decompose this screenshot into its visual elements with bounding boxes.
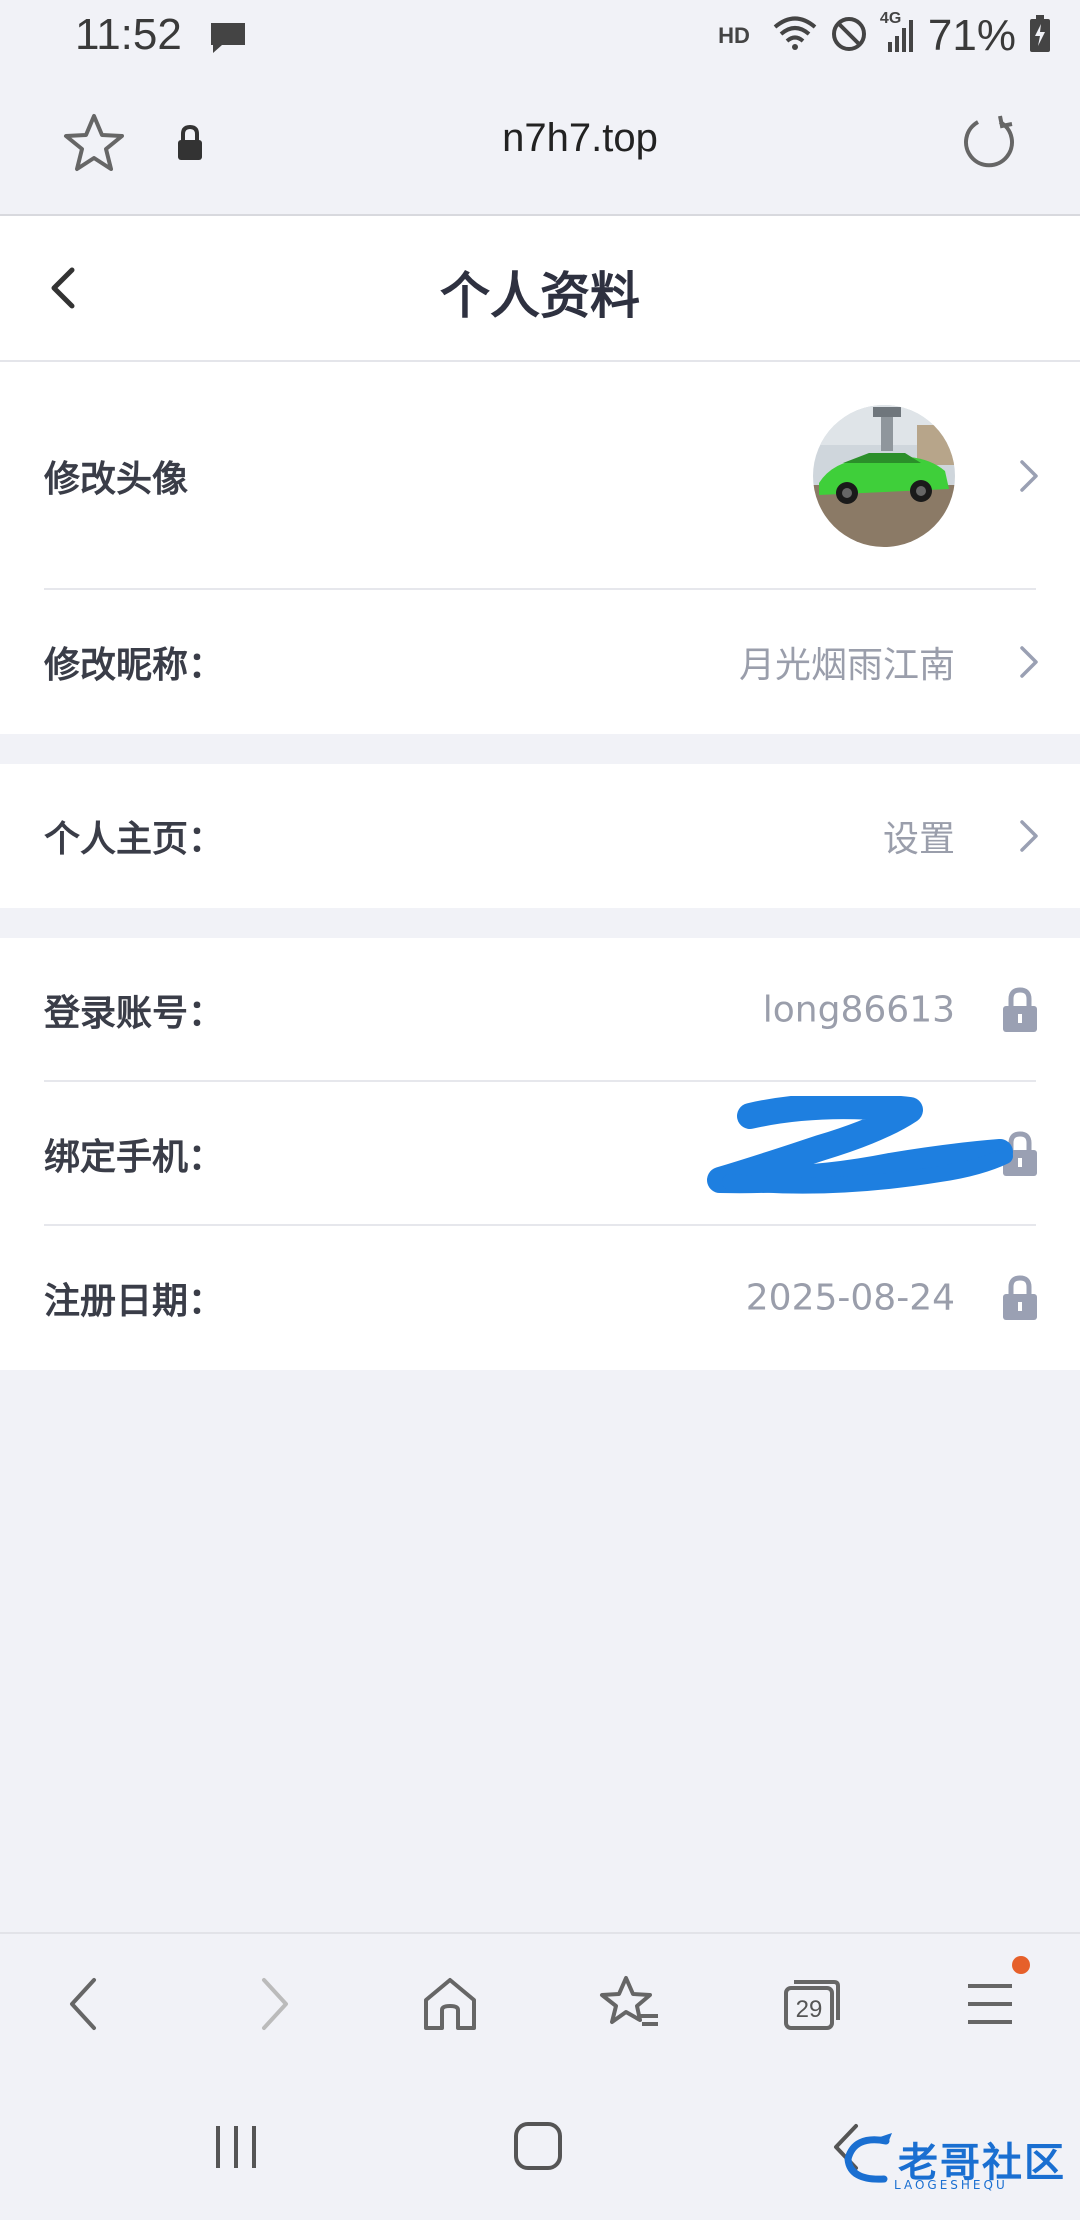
watermark-logo: 老哥社区 LAOGESHEQU [840,2130,1066,2192]
home-square-icon [514,2122,562,2170]
page-title: 个人资料 [440,267,640,325]
homepage-row[interactable]: 个人主页： 设置 [0,764,1080,908]
status-bar: 11:52 HD 4G 71% [0,0,1080,72]
signal-icon: 4G [880,10,916,58]
account-row: 登录账号： long86613 [0,938,1080,1082]
network-label: 4G [879,10,902,27]
system-nav-bar: 老哥社区 LAOGESHEQU [0,2072,1080,2220]
notification-dot [1012,1956,1030,1974]
avatar[interactable] [813,405,955,547]
chevron-right-icon [262,1978,288,2030]
dragon-logo-icon [844,2133,892,2183]
home-button[interactable] [420,1974,480,2034]
account-value: long86613 [762,989,955,1031]
change-avatar-row[interactable]: 修改头像 [0,362,1080,590]
register-label: 注册日期： [44,1281,225,1322]
lock-icon [1003,1275,1037,1320]
homepage-label: 个人主页： [44,819,225,860]
recent-apps-icon [216,2126,256,2168]
chevron-right-icon [1020,820,1038,852]
do-not-disturb-icon [830,15,868,57]
browser-bottom-nav: 29 [0,1932,1080,2074]
homepage-value: 设置 [882,819,955,860]
home-icon [424,1978,476,2030]
message-icon [208,20,248,60]
page-header: 个人资料 [0,216,1080,362]
profile-group-basic: 修改头像 修改昵称： 月光烟雨江南 [0,362,1080,734]
redaction-scribble [707,1096,1013,1194]
url-domain[interactable]: n7h7.top [0,116,1080,161]
nickname-label: 修改昵称： [44,645,225,686]
reload-icon[interactable] [960,112,1020,176]
menu-button[interactable] [960,1956,1030,2034]
browser-forward-button[interactable] [242,1974,302,2034]
status-icons: HD 4G 71% [718,10,1052,62]
browser-url-bar: n7h7.top [0,72,1080,216]
chevron-left-icon [70,1978,96,2030]
account-label: 登录账号： [44,993,225,1034]
change-nickname-row[interactable]: 修改昵称： 月光烟雨江南 [0,590,1080,734]
battery-percent: 71% [927,11,1016,60]
system-home-button[interactable] [512,2120,564,2176]
chevron-right-icon [1020,460,1038,492]
nickname-value: 月光烟雨江南 [738,645,955,686]
browser-back-button[interactable] [56,1974,116,2034]
profile-group-homepage: 个人主页： 设置 [0,764,1080,908]
tabs-button[interactable]: 29 [780,1974,840,2034]
battery-charging-icon [1028,14,1052,58]
phone-label: 绑定手机： [44,1137,225,1178]
tab-count: 29 [795,1996,823,2023]
bind-phone-row: 绑定手机： [0,1082,1080,1226]
wifi-icon [772,14,818,58]
lock-icon [1003,987,1037,1032]
register-value: 2025-08-24 [745,1277,955,1319]
recent-apps-button[interactable] [212,2122,260,2176]
avatar-label: 修改头像 [44,459,189,500]
chevron-right-icon [1020,646,1038,678]
bookmark-list-icon [600,1976,658,2026]
menu-icon [968,1984,1012,2024]
profile-group-account: 登录账号： long86613 绑定手机： 注册日期： 2025-08-24 [0,938,1080,1370]
watermark-subtext: LAOGESHEQU [894,2178,1008,2192]
register-date-row: 注册日期： 2025-08-24 [0,1226,1080,1370]
hd-label: HD [718,23,750,48]
status-time: 11:52 [75,10,182,59]
bookmarks-button[interactable] [598,1974,658,2034]
